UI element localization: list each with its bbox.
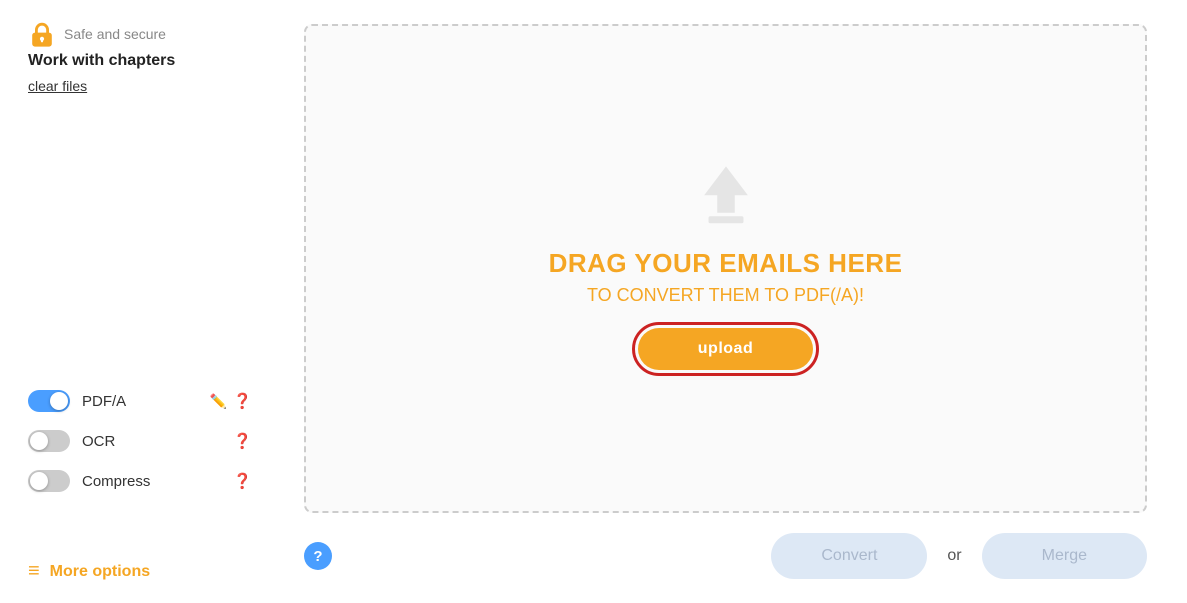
left-panel: Safe and secure Work with chapters clear… [0,0,280,603]
compress-toggle[interactable] [28,470,70,492]
ocr-help-icon[interactable]: ❓ [233,432,252,450]
merge-button[interactable]: Merge [982,533,1147,579]
main-area: DRAG YOUR EMAILS HERE TO CONVERT THEM TO… [280,0,1187,603]
option-row-compress: Compress ❓ [28,470,252,492]
upload-button-wrapper: upload [632,322,819,376]
option-row-pdfa: PDF/A ✏️ ❓ [28,390,252,412]
options-section: PDF/A ✏️ ❓ OCR ❓ Compress ❓ [28,390,252,492]
safe-text: Safe and secure [64,26,166,42]
safe-secure-row: Safe and secure [28,20,252,48]
compress-toggle-thumb [30,472,48,490]
compress-label: Compress [82,473,221,490]
convert-button[interactable]: Convert [771,533,927,579]
lock-icon [28,20,56,48]
pdfa-icons: ✏️ ❓ [210,392,252,410]
more-options-label: More options [50,563,150,581]
pdfa-edit-icon[interactable]: ✏️ [210,393,227,410]
option-row-ocr: OCR ❓ [28,430,252,452]
ocr-label: OCR [82,433,221,450]
page-title: Work with chapters [28,52,252,70]
bottom-bar: ? Convert or Merge [304,533,1147,579]
clear-files-link[interactable]: clear files [28,78,252,94]
compress-help-icon[interactable]: ❓ [233,472,252,490]
more-options[interactable]: ≡ More options [28,560,150,583]
header-section: Safe and secure Work with chapters clear… [28,20,252,114]
drag-sub-text: TO CONVERT THEM TO PDF(/A)! [587,285,864,306]
pdfa-help-icon[interactable]: ❓ [233,392,252,410]
ocr-icons: ❓ [233,432,252,450]
ocr-toggle[interactable] [28,430,70,452]
help-icon[interactable]: ? [304,542,332,570]
ocr-toggle-thumb [30,432,48,450]
or-label: or [947,547,961,565]
pdfa-toggle-thumb [50,392,68,410]
compress-icons: ❓ [233,472,252,490]
drag-main-text: DRAG YOUR EMAILS HERE [549,248,903,279]
drop-zone[interactable]: DRAG YOUR EMAILS HERE TO CONVERT THEM TO… [304,24,1147,513]
upload-button[interactable]: upload [638,328,813,370]
hamburger-icon: ≡ [28,560,40,583]
pdfa-toggle[interactable] [28,390,70,412]
pdfa-label: PDF/A [82,393,198,410]
upload-arrow-icon [691,162,761,232]
